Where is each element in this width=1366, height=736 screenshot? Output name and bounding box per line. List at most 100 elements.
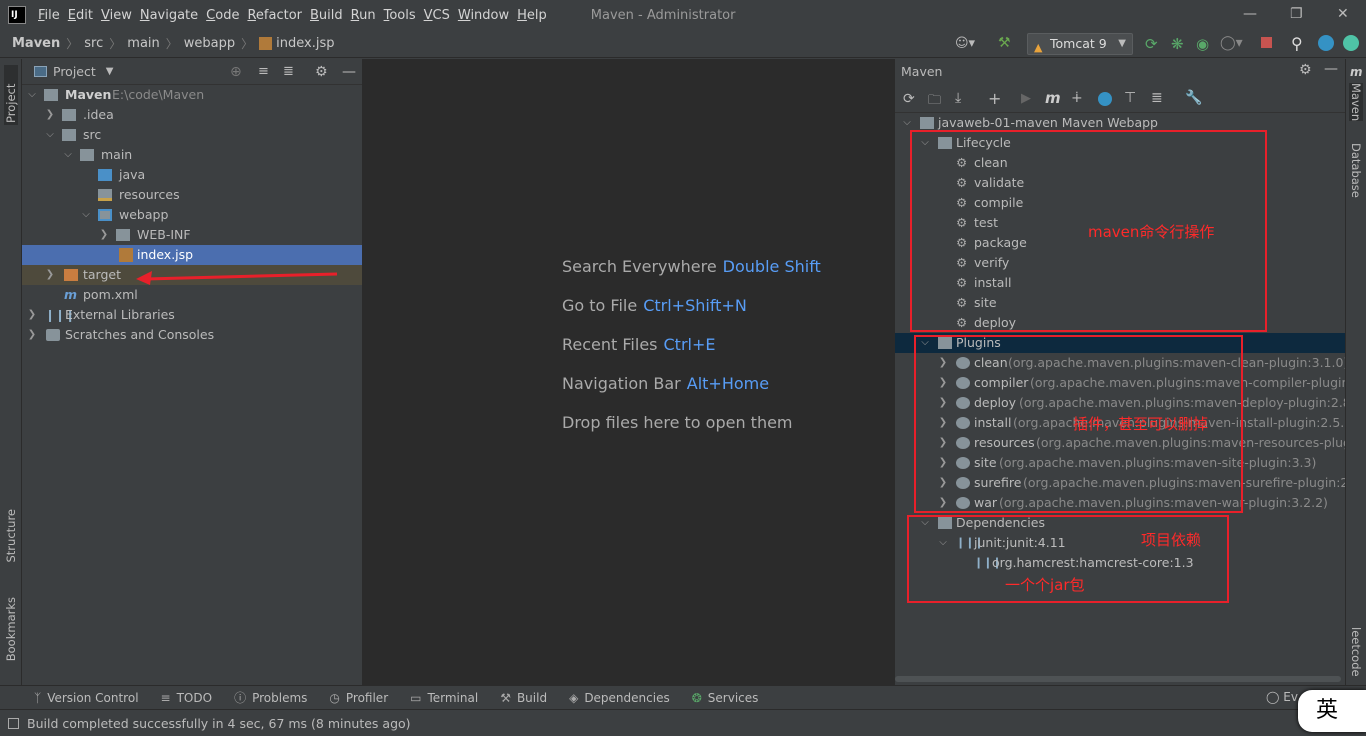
gear-icon[interactable]: ⚙ <box>1299 62 1312 78</box>
horizontal-scrollbar[interactable] <box>895 676 1341 682</box>
menu-code[interactable]: Code <box>206 8 239 23</box>
tree-row-web-inf[interactable]: ❯ WEB-INF <box>22 225 362 245</box>
maven-tool-tab[interactable]: Maven <box>1349 83 1363 122</box>
tool-services[interactable]: ❂ Services <box>692 691 759 705</box>
tool-terminal[interactable]: ▭ Terminal <box>410 691 478 705</box>
tool-profiler[interactable]: ◷ Profiler <box>329 691 388 705</box>
tree-row-index-jsp[interactable]: index.jsp <box>22 245 362 265</box>
chevron-down-icon[interactable]: ⌵ <box>62 145 74 165</box>
chevron-right-icon[interactable]: ❯ <box>26 305 38 325</box>
chevron-down-icon: ▼ <box>1118 38 1126 49</box>
menu-window[interactable]: Window <box>458 8 509 23</box>
structure-tool-tab[interactable]: Structure <box>4 509 18 563</box>
tool-build[interactable]: ⚒ Build <box>500 691 547 705</box>
stop-icon[interactable] <box>1261 37 1272 48</box>
coverage-icon[interactable]: ◉ <box>1196 35 1209 53</box>
toggle-offline-icon[interactable]: ∔ <box>1071 90 1083 106</box>
search-icon[interactable]: ⚲ <box>1291 34 1303 53</box>
project-panel-header: Project ▼ ⊕ ≡ ≣ ⚙ — <box>22 59 362 85</box>
expand-all-icon[interactable]: ≡ <box>258 64 269 79</box>
reload-icon[interactable]: ⟳ <box>903 91 915 107</box>
add-icon[interactable]: + <box>988 89 1001 108</box>
tool-todo[interactable]: ≡ TODO <box>161 691 213 705</box>
hint-search-everywhere: Search Everywhere Double Shift <box>562 257 821 276</box>
database-tool-tab[interactable]: Database <box>1349 143 1363 198</box>
close-icon[interactable]: ✕ <box>1337 6 1349 22</box>
tool-problems[interactable]: ⓘ Problems <box>234 689 307 706</box>
plugin-logo-icon[interactable] <box>1343 35 1359 51</box>
tool-event-log[interactable]: ◯ Ev <box>1266 690 1298 704</box>
generate-sources-icon[interactable]: 🗀 <box>928 91 941 113</box>
show-dependencies-icon[interactable]: ⊤ <box>1124 90 1136 106</box>
wrench-settings-icon[interactable]: 🔧 <box>1185 90 1202 106</box>
menu-build[interactable]: Build <box>310 8 343 23</box>
intellij-logo-icon[interactable]: IJ <box>8 6 26 24</box>
menu-navigate[interactable]: Navigate <box>140 8 198 23</box>
menu-run[interactable]: Run <box>351 8 376 23</box>
hide-panel-icon[interactable]: — <box>342 64 356 80</box>
tree-row-java[interactable]: java <box>22 165 362 185</box>
project-view-title[interactable]: Project <box>53 64 96 79</box>
menu-tools[interactable]: Tools <box>384 8 416 23</box>
chevron-right-icon[interactable]: ❯ <box>44 105 56 125</box>
menu-refactor[interactable]: Refactor <box>247 8 302 23</box>
hide-panel-icon[interactable]: — <box>1324 61 1338 77</box>
skip-tests-icon[interactable] <box>1098 92 1112 106</box>
locate-icon[interactable]: ⊕ <box>230 64 242 80</box>
tree-row-scratches[interactable]: ❯ Scratches and Consoles <box>22 325 362 345</box>
tool-dependencies[interactable]: ◈ Dependencies <box>569 691 670 705</box>
tool-version-control[interactable]: ᛉ Version Control <box>34 691 139 705</box>
chevron-right-icon[interactable]: ❯ <box>98 225 110 245</box>
chevron-down-icon[interactable]: ▼ <box>106 66 114 77</box>
profile-icon[interactable]: ◯▾ <box>1220 35 1243 51</box>
project-tool-tab[interactable]: Project <box>4 65 18 125</box>
tree-row-src[interactable]: ⌵ src <box>22 125 362 145</box>
tree-row-idea[interactable]: ❯ .idea <box>22 105 362 125</box>
breadcrumb-maven[interactable]: Maven <box>12 36 60 51</box>
tool-label: Profiler <box>345 690 389 705</box>
gear-icon[interactable]: ⚙ <box>315 64 328 80</box>
ime-indicator[interactable]: 英 <box>1298 690 1366 732</box>
chevron-down-icon[interactable]: ⌵ <box>26 85 38 105</box>
menu-help[interactable]: Help <box>517 8 547 23</box>
build-hammer-icon[interactable]: ⚒ <box>998 35 1011 51</box>
update-icon[interactable] <box>1318 35 1334 51</box>
collapse-all-icon[interactable]: ≣ <box>1151 90 1163 106</box>
breadcrumb-main[interactable]: main <box>127 36 159 51</box>
scratches-icon <box>46 329 60 341</box>
module-folder-icon <box>44 89 58 101</box>
tree-row-webapp[interactable]: ⌵ webapp <box>22 205 362 225</box>
tree-row-resources[interactable]: resources <box>22 185 362 205</box>
chevron-down-icon[interactable]: ⌵ <box>80 205 92 225</box>
menu-vcs[interactable]: VCS <box>424 8 450 23</box>
menu-view[interactable]: View <box>101 8 132 23</box>
download-icon[interactable]: ⤓ <box>955 90 961 106</box>
run-icon[interactable]: ▶ <box>1021 91 1031 106</box>
user-icon[interactable]: ☺▾ <box>955 36 975 51</box>
tree-row-root[interactable]: ⌵ Maven E:\code\Maven <box>22 85 362 105</box>
tree-label: Scratches and Consoles <box>65 327 215 342</box>
run-configuration-select[interactable]: ▲ Tomcat 9 ▼ <box>1027 33 1133 55</box>
menu-edit[interactable]: Edit <box>68 8 93 23</box>
debug-bug-icon[interactable]: ❋ <box>1171 35 1184 53</box>
status-toggle-icon[interactable] <box>8 717 19 729</box>
chevron-down-icon[interactable]: ⌵ <box>44 125 56 145</box>
chevron-right-icon[interactable]: ❯ <box>26 325 38 345</box>
breadcrumb-index-jsp[interactable]: index.jsp <box>276 36 334 51</box>
tree-row-main[interactable]: ⌵ main <box>22 145 362 165</box>
tree-row-external-libraries[interactable]: ❯ ❙❙❙ External Libraries <box>22 305 362 325</box>
rerun-icon[interactable]: ⟳ <box>1145 35 1158 53</box>
bookmarks-tool-tab[interactable]: Bookmarks <box>4 597 18 661</box>
minimize-icon[interactable]: — <box>1243 6 1257 22</box>
maven-strip-icon: m <box>1350 65 1363 79</box>
leetcode-tool-tab[interactable]: leetcode <box>1349 627 1363 677</box>
collapse-all-icon[interactable]: ≣ <box>283 64 294 79</box>
vertical-scrollbar[interactable] <box>1333 119 1339 679</box>
breadcrumb-src[interactable]: src <box>84 36 103 51</box>
menu-file[interactable]: File <box>38 8 60 23</box>
breadcrumb-webapp[interactable]: webapp <box>184 36 235 51</box>
maximize-icon[interactable]: ❐ <box>1290 6 1303 22</box>
tree-row-pom-xml[interactable]: m pom.xml <box>22 285 362 305</box>
execute-goal-icon[interactable]: m <box>1045 89 1061 107</box>
chevron-right-icon[interactable]: ❯ <box>44 265 56 285</box>
